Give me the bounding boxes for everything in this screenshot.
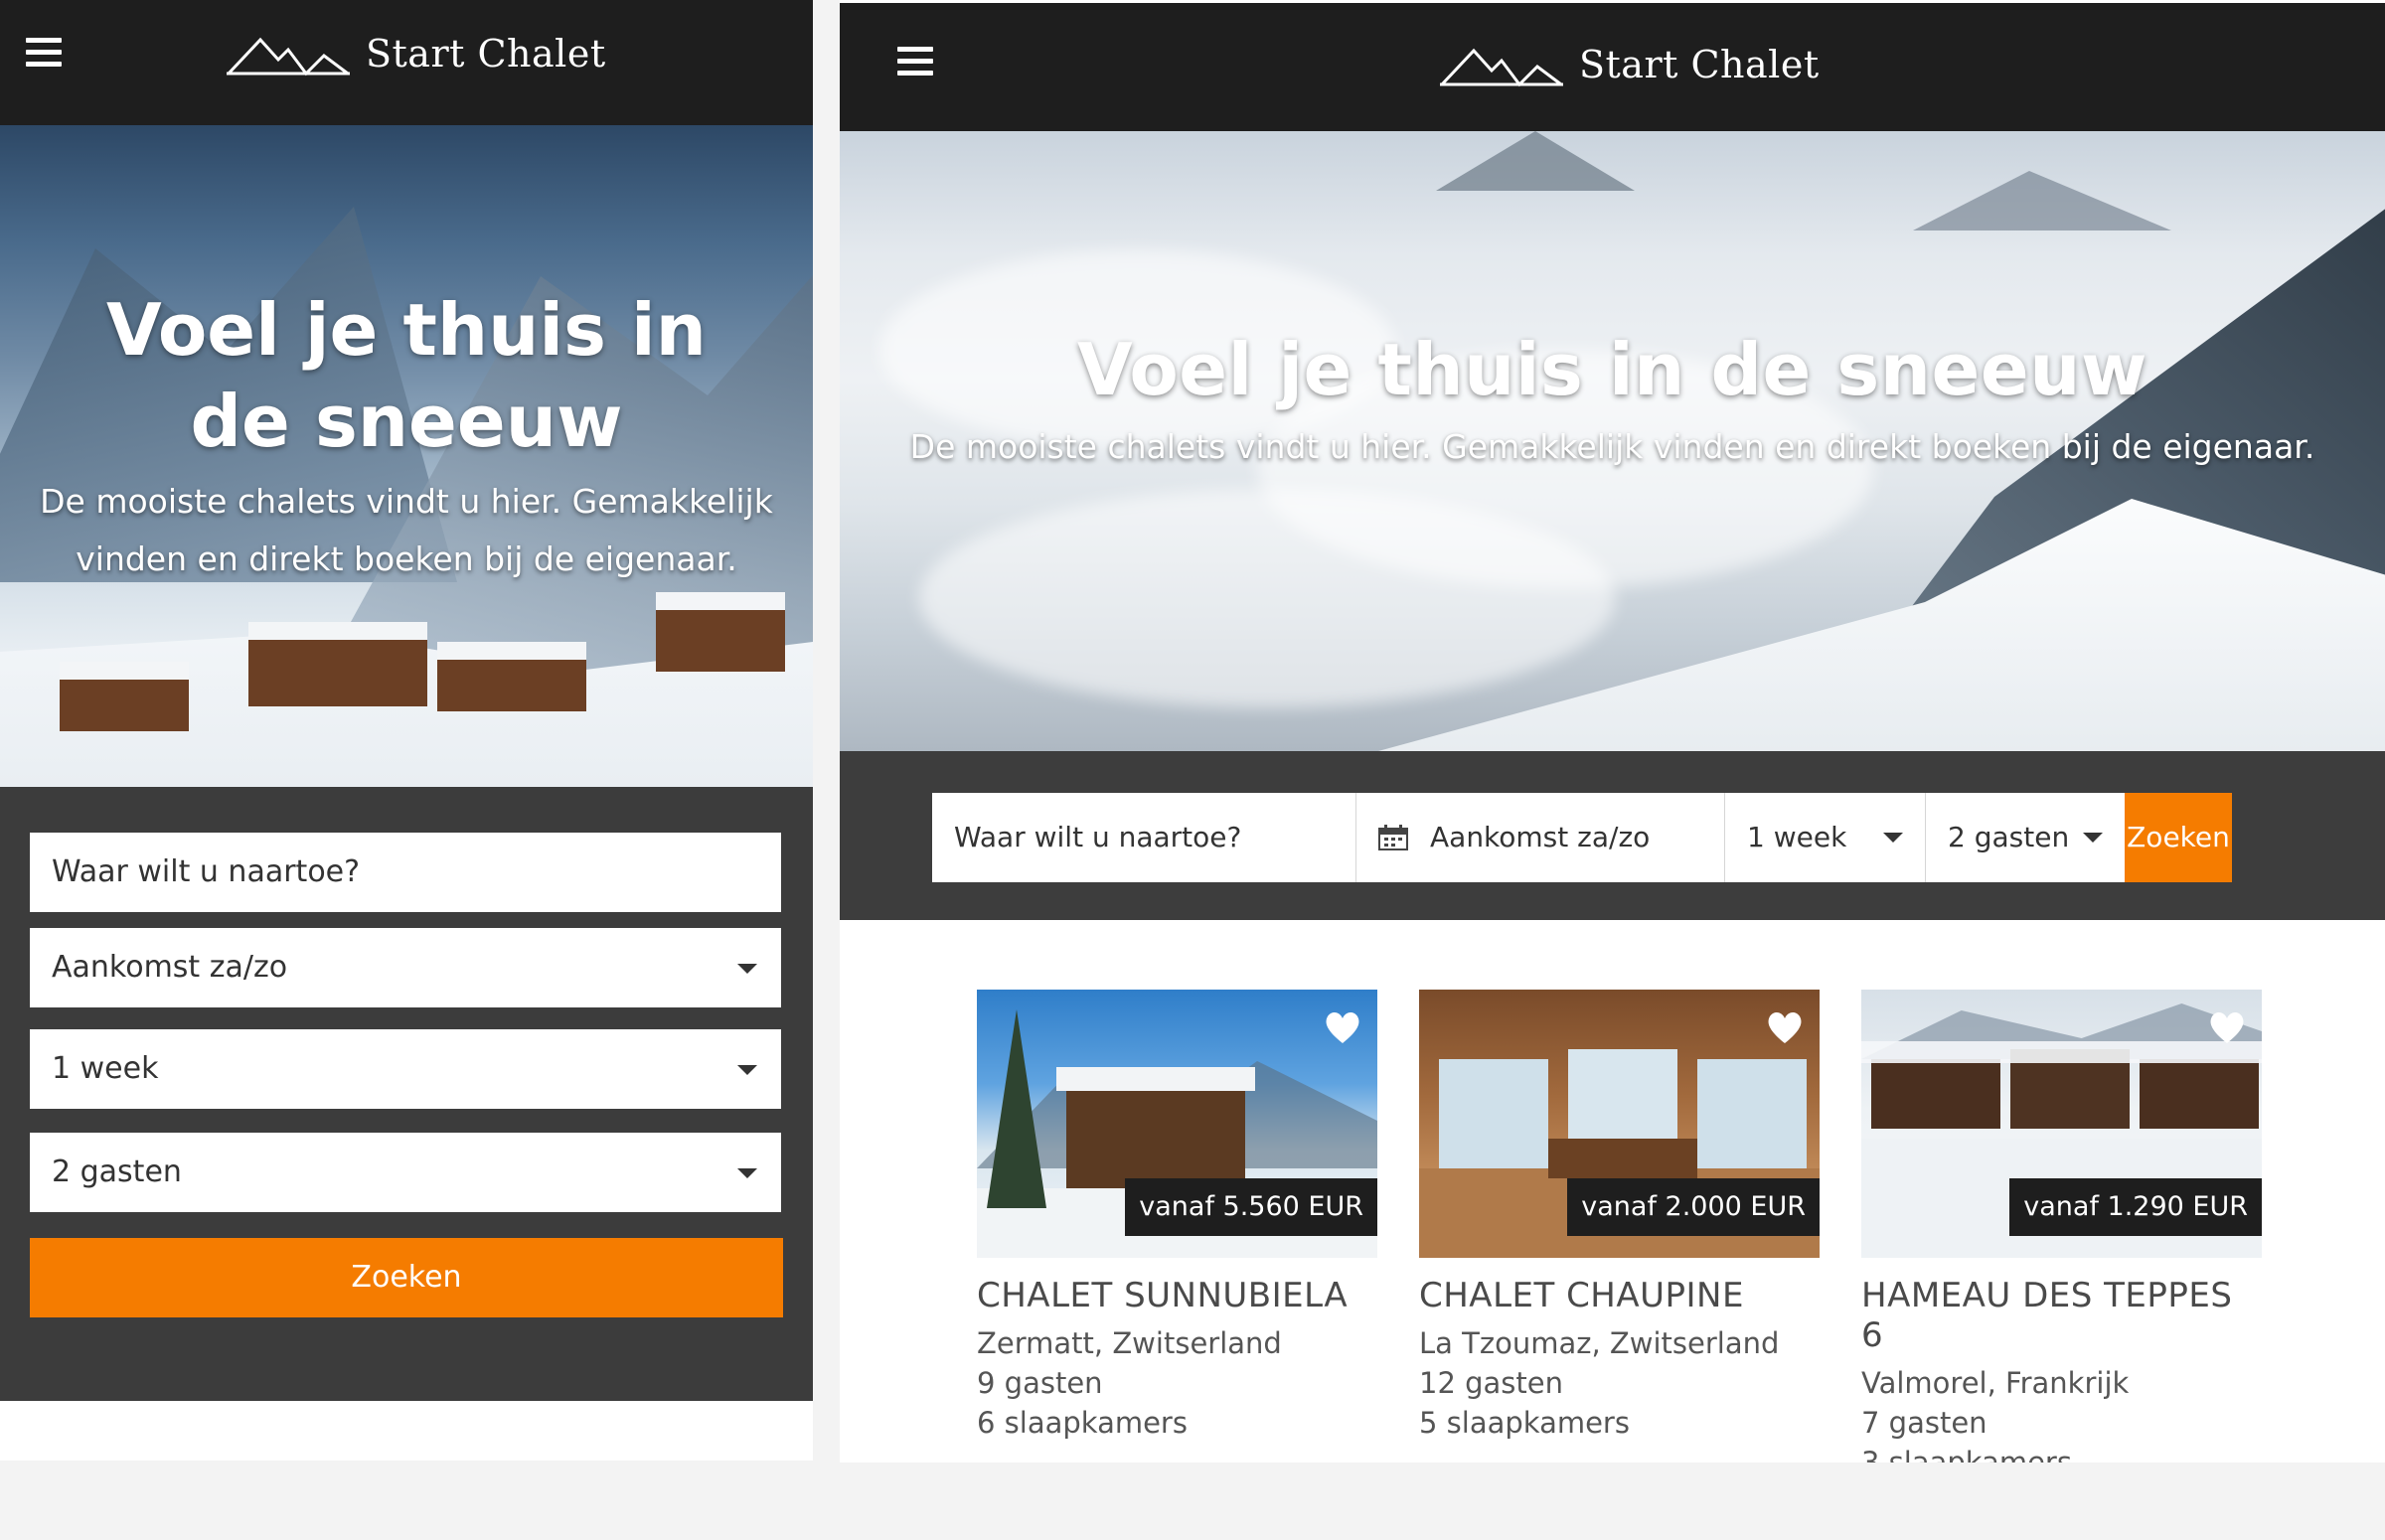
hamburger-icon[interactable] xyxy=(897,47,933,77)
duration-select[interactable]: 1 week xyxy=(1725,793,1926,882)
heart-icon[interactable] xyxy=(1324,1009,1361,1045)
header: Start Chalet xyxy=(0,0,813,125)
guests-select[interactable]: 2 gasten xyxy=(1926,793,2125,882)
hero-title: Voel je thuis in de sneeuw xyxy=(106,288,707,463)
mountain-logo-icon xyxy=(227,37,350,77)
caret-down-icon xyxy=(1883,833,1903,843)
price-badge: vanaf 5.560 EUR xyxy=(1125,1178,1377,1236)
guests-value: 2 gasten xyxy=(52,1155,182,1189)
hamburger-icon[interactable] xyxy=(26,38,62,68)
guests-select[interactable]: 2 gasten xyxy=(30,1133,781,1212)
header: Start Chalet xyxy=(840,0,2385,131)
search-form: Waar wilt u naartoe? Aankomst za/zo 1 we… xyxy=(0,787,813,1401)
listing-card[interactable]: vanaf 1.290 EUR HAMEAU DES TEPPES 6 Valm… xyxy=(1861,990,2262,1463)
brand-name: Start Chalet xyxy=(1579,43,1820,86)
logo[interactable]: Start Chalet xyxy=(1440,41,1820,88)
mountain-logo-icon xyxy=(1440,48,1563,87)
listing-card[interactable]: vanaf 5.560 EUR CHALET SUNNUBIELA Zermat… xyxy=(977,990,1377,1443)
arrival-select[interactable]: Aankomst za/zo xyxy=(1356,793,1725,882)
search-bar: Waar wilt u naartoe? Aankomst za/zo 1 we… xyxy=(840,751,2385,920)
caret-down-icon xyxy=(737,964,757,974)
listing-name[interactable]: HAMEAU DES TEPPES 6 xyxy=(1861,1276,2262,1355)
mobile-view: Start Chalet Voel je thuis in de sneeuw … xyxy=(0,0,813,1461)
listing-bedrooms: 6 slaapkamers xyxy=(977,1406,1188,1440)
destination-input[interactable]: Waar wilt u naartoe? xyxy=(932,793,1356,882)
logo[interactable]: Start Chalet xyxy=(227,30,606,77)
hero-subtitle: De mooiste chalets vindt u hier. Gemakke… xyxy=(909,427,2315,466)
arrival-select[interactable]: Aankomst za/zo xyxy=(30,928,781,1007)
price-badge: vanaf 1.290 EUR xyxy=(2009,1178,2262,1236)
listing-location: Zermatt, Zwitserland xyxy=(977,1326,1282,1360)
arrival-value: Aankomst za/zo xyxy=(1430,821,1651,853)
desktop-view: Start Chalet Voel je thuis in de sneeuw … xyxy=(840,0,2385,1463)
hero-image: Voel je thuis in de sneeuw De mooiste ch… xyxy=(840,131,2385,751)
hero-subtitle: De mooiste chalets vindt u hier. Gemakke… xyxy=(40,482,773,578)
listing-photo[interactable]: vanaf 5.560 EUR xyxy=(977,990,1377,1258)
brand-name: Start Chalet xyxy=(366,32,606,76)
search-button[interactable]: Zoeken xyxy=(2125,793,2232,882)
search-button[interactable]: Zoeken xyxy=(30,1238,783,1317)
listing-bedrooms: 3 slaapkamers xyxy=(1861,1446,2072,1463)
duration-select[interactable]: 1 week xyxy=(30,1029,781,1109)
listing-guests: 12 gasten xyxy=(1419,1366,1563,1400)
listing-name[interactable]: CHALET SUNNUBIELA xyxy=(977,1276,1377,1315)
hero-image: Voel je thuis in de sneeuw De mooiste ch… xyxy=(0,125,813,787)
guests-value: 2 gasten xyxy=(1948,821,2070,853)
listing-photo[interactable]: vanaf 1.290 EUR xyxy=(1861,990,2262,1258)
heart-icon[interactable] xyxy=(1766,1009,1804,1045)
listing-card[interactable]: vanaf 2.000 EUR CHALET CHAUPINE La Tzoum… xyxy=(1419,990,1820,1443)
caret-down-icon xyxy=(2083,833,2103,843)
arrival-value: Aankomst za/zo xyxy=(52,950,288,985)
listing-photo[interactable]: vanaf 2.000 EUR xyxy=(1419,990,1820,1258)
heart-icon[interactable] xyxy=(2208,1009,2246,1045)
duration-value: 1 week xyxy=(52,1051,159,1086)
listing-guests: 7 gasten xyxy=(1861,1406,1988,1440)
calendar-icon xyxy=(1378,825,1408,850)
hero-title: Voel je thuis in de sneeuw xyxy=(1077,328,2147,411)
duration-value: 1 week xyxy=(1747,821,1847,853)
price-badge: vanaf 2.000 EUR xyxy=(1567,1178,1820,1236)
listing-name[interactable]: CHALET CHAUPINE xyxy=(1419,1276,1820,1315)
listing-location: Valmorel, Frankrijk xyxy=(1861,1366,2130,1400)
listing-bedrooms: 5 slaapkamers xyxy=(1419,1406,1630,1440)
listing-location: La Tzoumaz, Zwitserland xyxy=(1419,1326,1780,1360)
caret-down-icon xyxy=(737,1065,757,1075)
listing-guests: 9 gasten xyxy=(977,1366,1103,1400)
destination-input[interactable]: Waar wilt u naartoe? xyxy=(30,833,781,912)
caret-down-icon xyxy=(737,1168,757,1178)
